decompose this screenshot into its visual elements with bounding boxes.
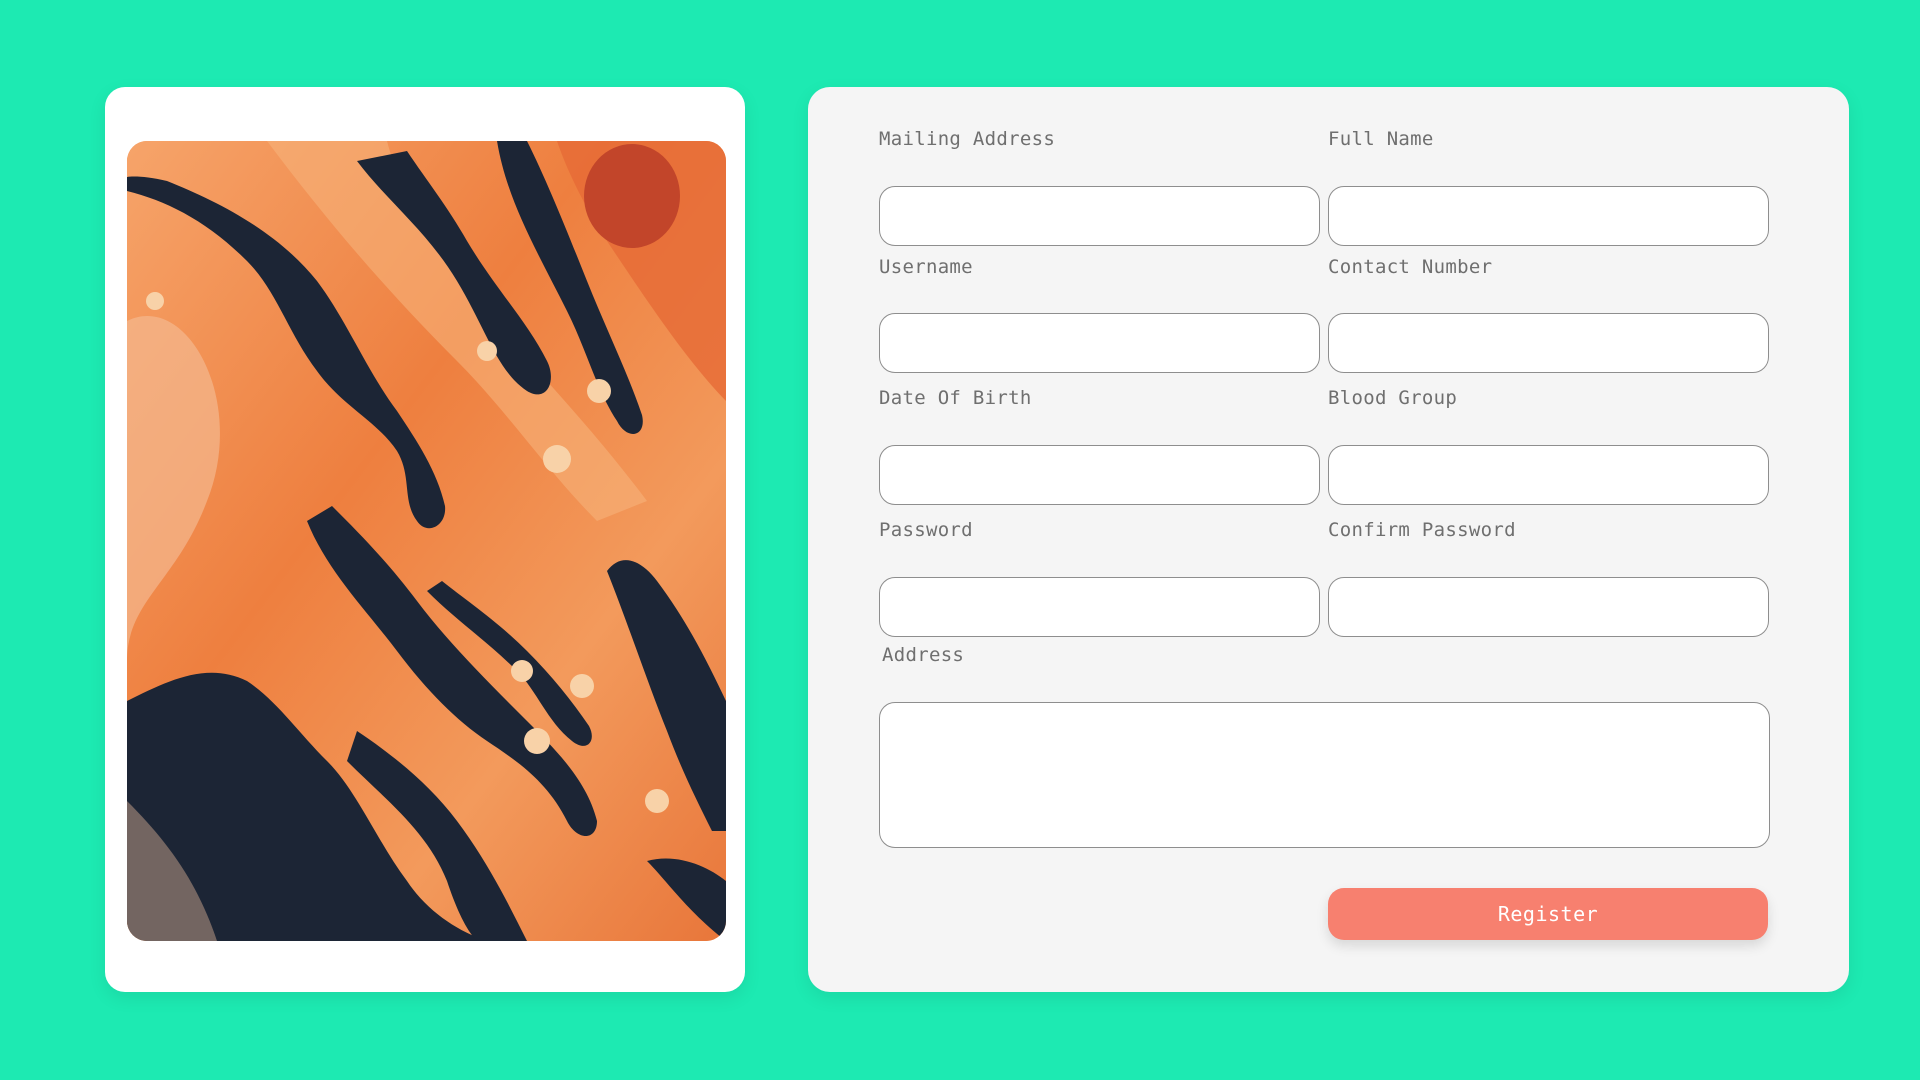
blood-group-input[interactable] — [1328, 445, 1769, 505]
label-username: Username — [879, 256, 973, 278]
mailing-address-input[interactable] — [879, 186, 1320, 246]
address-textarea[interactable] — [879, 702, 1770, 848]
full-name-input[interactable] — [1328, 186, 1769, 246]
abstract-fluid-art-image — [127, 141, 726, 941]
register-button[interactable]: Register — [1328, 888, 1768, 940]
image-card — [105, 87, 745, 992]
registration-form: Mailing Address Full Name Username Conta… — [808, 87, 1849, 992]
date-of-birth-input[interactable] — [879, 445, 1320, 505]
fluid-art-graphic — [127, 141, 726, 941]
contact-number-input[interactable] — [1328, 313, 1769, 373]
confirm-password-input[interactable] — [1328, 577, 1769, 637]
username-input[interactable] — [879, 313, 1320, 373]
label-confirm-password: Confirm Password — [1328, 519, 1516, 541]
label-full-name: Full Name — [1328, 128, 1434, 150]
label-date-of-birth: Date Of Birth — [879, 387, 1032, 409]
label-password: Password — [879, 519, 973, 541]
registration-page: Mailing Address Full Name Username Conta… — [0, 0, 1920, 1080]
label-address: Address — [882, 644, 965, 666]
label-contact-number: Contact Number — [1328, 256, 1493, 278]
label-mailing-address: Mailing Address — [879, 128, 1056, 150]
password-input[interactable] — [879, 577, 1320, 637]
label-blood-group: Blood Group — [1328, 387, 1458, 409]
